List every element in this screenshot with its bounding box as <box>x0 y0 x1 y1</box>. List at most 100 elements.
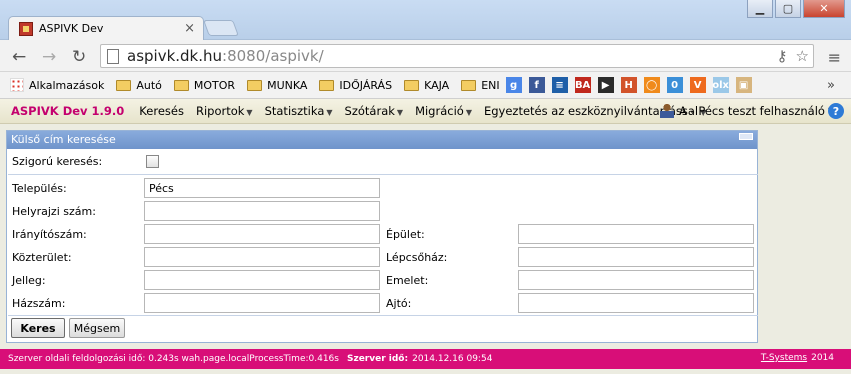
folder-icon <box>116 79 132 91</box>
v-icon[interactable]: V <box>689 77 706 93</box>
folder-label: KAJA <box>424 78 450 92</box>
menu-item-kereses[interactable]: Keresés <box>139 104 184 118</box>
user-avatar-icon <box>660 103 674 118</box>
menu-item-statisztika[interactable]: Statisztika ▼ <box>265 104 333 118</box>
site-icon-blue[interactable]: ≡ <box>551 77 568 93</box>
kozterulet-label: Közterület: <box>12 251 72 264</box>
telepules-input[interactable] <box>144 178 380 198</box>
dropdown-arrow-icon: ▼ <box>396 108 404 117</box>
menu-item-szotarak[interactable]: Szótárak ▼ <box>345 104 404 118</box>
folder-icon <box>319 79 335 91</box>
helyrajzi-input[interactable] <box>144 201 380 221</box>
hazszam-label: Házszám: <box>12 297 66 310</box>
facebook-icon[interactable]: f <box>528 77 545 93</box>
google-icon[interactable]: g <box>505 77 522 93</box>
address-search-panel: Külső cím keresése Szigorú keresés: Tele… <box>6 130 758 343</box>
apps-label: Alkalmazások <box>29 78 105 92</box>
ajto-input[interactable] <box>518 293 754 313</box>
bookmark-apps[interactable]: Alkalmazások <box>10 78 104 92</box>
lepcsohaz-label: Lépcsőház: <box>386 251 448 264</box>
folder-label: IDŐJÁRÁS <box>339 78 393 92</box>
close-tab-icon[interactable]: × <box>184 21 195 36</box>
forward-arrow-icon[interactable]: → <box>42 47 56 67</box>
zero-icon[interactable]: 0 <box>666 77 683 93</box>
lepcsohaz-input[interactable] <box>518 247 754 267</box>
tab-title: ASPIVK Dev <box>39 22 104 35</box>
maximize-button[interactable]: ▢ <box>775 0 801 18</box>
minimize-button[interactable]: ▁ <box>747 0 773 18</box>
ring-icon[interactable]: ◯ <box>643 77 660 93</box>
more-bookmarks-icon[interactable]: » <box>827 78 835 93</box>
browser-titlebar: ASPIVK Dev × ▁ ▢ ✕ <box>0 0 851 40</box>
epulet-input[interactable] <box>518 224 754 244</box>
menu-label: Keresés <box>139 104 184 118</box>
panel-title: Külső cím keresése <box>11 133 116 146</box>
copyright: T-Systems 2014 <box>761 353 834 363</box>
url-path: :8080/aspivk/ <box>222 47 324 65</box>
browser-toolbar: ← → ↻ aspivk.dk.hu :8080/aspivk/ ⚷ ☆ ≡ <box>0 40 851 72</box>
emelet-label: Emelet: <box>386 274 429 287</box>
back-arrow-icon[interactable]: ← <box>12 47 26 67</box>
olx-icon[interactable]: olx <box>712 77 729 93</box>
reload-icon[interactable]: ↻ <box>72 47 86 67</box>
app-menubar: ASPIVK Dev 1.9.0 Keresés Riportok ▼ Stati… <box>0 99 851 124</box>
page-icon <box>107 48 119 64</box>
processing-time-text: Szerver oldali feldolgozási idő: 0.243s … <box>8 354 339 364</box>
help-icon[interactable]: ? <box>828 103 844 119</box>
bookmark-folder[interactable]: KAJA <box>404 79 449 92</box>
app-favicon-icon <box>19 21 33 36</box>
close-window-button[interactable]: ✕ <box>803 0 845 18</box>
star-bookmark-icon[interactable]: ☆ <box>796 47 809 65</box>
iranyitoszam-input[interactable] <box>144 224 380 244</box>
bookmark-folder[interactable]: ENI <box>461 78 500 92</box>
url-host: aspivk.dk.hu <box>127 47 223 65</box>
server-time-value: 2014.12.16 09:54 <box>412 354 493 364</box>
key-icon[interactable]: ⚷ <box>777 47 788 65</box>
folder-icon <box>173 79 189 91</box>
play-icon[interactable]: ▶ <box>597 77 614 93</box>
folder-label: MOTOR <box>193 78 236 92</box>
divider <box>8 315 758 316</box>
cancel-button[interactable]: Mégsem <box>69 318 125 338</box>
copyright-year: 2014 <box>811 353 834 363</box>
menu-item-migracio[interactable]: Migráció ▼ <box>415 104 472 118</box>
bookmarks-bar: Alkalmazások Autó MOTOR MUNKA IDŐJÁRÁS K… <box>0 72 851 99</box>
user-name: A - Pécs teszt felhasználó <box>679 103 825 118</box>
emelet-input[interactable] <box>518 270 754 290</box>
ba-icon[interactable]: BA <box>574 77 591 93</box>
bookmark-folder[interactable]: MOTOR <box>173 78 236 92</box>
helyrajzi-label: Helyrajzi szám: <box>12 205 96 218</box>
browser-tab[interactable]: ASPIVK Dev × <box>8 16 204 40</box>
hazszam-input[interactable] <box>144 293 380 313</box>
ajto-label: Ajtó: <box>386 297 412 310</box>
address-bar[interactable]: aspivk.dk.hu :8080/aspivk/ ⚷ ☆ <box>100 44 814 68</box>
app-brand[interactable]: ASPIVK Dev 1.9.0 <box>11 104 124 118</box>
menu-label: Migráció <box>415 104 464 118</box>
iranyitoszam-label: Irányítószám: <box>12 228 87 241</box>
apps-grid-icon <box>10 78 24 92</box>
folder-icon <box>404 79 420 91</box>
collapse-panel-icon[interactable] <box>739 133 753 140</box>
folder-icon <box>247 79 263 91</box>
kozterulet-input[interactable] <box>144 247 380 267</box>
user-menu[interactable]: A - Pécs teszt felhasználó ▼ <box>660 103 834 118</box>
server-time-label: Szerver idő: <box>346 354 409 364</box>
bookmark-folder[interactable]: MUNKA <box>247 79 307 92</box>
company-link[interactable]: T-Systems <box>761 353 807 363</box>
new-tab-button[interactable] <box>203 20 239 36</box>
folder-label: MUNKA <box>267 78 308 92</box>
strict-search-checkbox[interactable] <box>146 155 159 168</box>
menu-label: Statisztika <box>264 104 325 118</box>
h-icon[interactable]: H <box>620 77 637 93</box>
menu-item-riportok[interactable]: Riportok ▼ <box>196 104 253 118</box>
jelleg-input[interactable] <box>144 270 380 290</box>
folder-label: Autó <box>136 78 162 92</box>
chrome-menu-icon[interactable]: ≡ <box>828 48 841 67</box>
menu-label: Riportok <box>195 104 245 118</box>
box-icon[interactable]: ▣ <box>735 77 752 93</box>
bookmark-folder[interactable]: IDŐJÁRÁS <box>319 79 392 92</box>
jelleg-label: Jelleg: <box>12 274 46 287</box>
search-button[interactable]: Keres <box>11 318 65 338</box>
bookmark-folder[interactable]: Autó <box>116 79 162 92</box>
folder-label: ENI <box>481 78 500 92</box>
